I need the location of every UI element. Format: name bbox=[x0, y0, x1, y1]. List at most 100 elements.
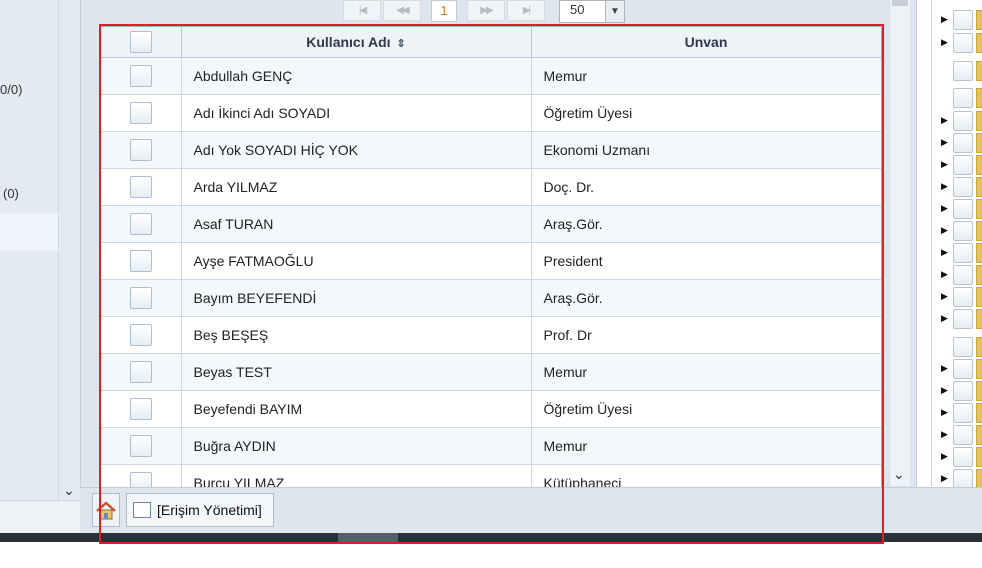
tree-checkbox[interactable] bbox=[953, 177, 973, 197]
tree-checkbox[interactable] bbox=[953, 88, 973, 108]
row-checkbox[interactable] bbox=[129, 287, 152, 309]
expand-arrow-icon[interactable]: ▶ bbox=[941, 291, 948, 302]
scrollbar-thumb[interactable] bbox=[892, 0, 908, 6]
scrollbar-thumb[interactable] bbox=[338, 533, 398, 542]
expand-arrow-icon[interactable]: ▶ bbox=[941, 451, 948, 462]
table-row[interactable]: Ayşe FATMAOĞLU President bbox=[101, 242, 881, 280]
tree-checkbox[interactable] bbox=[953, 337, 973, 357]
username-cell: Adı Yok SOYADI HİÇ YOK bbox=[181, 131, 532, 169]
title-cell: Araş.Gör. bbox=[531, 205, 881, 243]
row-checkbox[interactable] bbox=[129, 213, 152, 235]
tree-checkbox[interactable] bbox=[953, 425, 973, 445]
page-size-select[interactable]: 50 ▼ bbox=[559, 0, 625, 23]
chevron-down-icon[interactable]: ▼ bbox=[605, 1, 624, 22]
horizontal-scrollbar[interactable] bbox=[0, 533, 982, 542]
tree-checkbox[interactable] bbox=[953, 61, 973, 81]
column-header-label: Unvan bbox=[684, 34, 728, 50]
tree-checkbox[interactable] bbox=[953, 381, 973, 401]
expand-arrow-icon[interactable]: ▶ bbox=[941, 363, 948, 374]
row-checkbox[interactable] bbox=[129, 176, 152, 198]
row-checkbox[interactable] bbox=[129, 361, 152, 383]
last-page-button[interactable]: ▶| bbox=[507, 0, 545, 21]
tree-checkbox[interactable] bbox=[953, 133, 973, 153]
expand-arrow-icon[interactable]: ▶ bbox=[941, 203, 948, 214]
tree-checkbox[interactable] bbox=[953, 447, 973, 467]
expand-arrow-icon[interactable]: ▶ bbox=[941, 407, 948, 418]
username-cell: Adı İkinci Adı SOYADI bbox=[181, 94, 532, 132]
table-row[interactable]: Beyas TEST Memur bbox=[101, 353, 881, 391]
row-checkbox[interactable] bbox=[129, 250, 152, 272]
expand-arrow-icon[interactable]: ▶ bbox=[941, 137, 948, 148]
prev-page-button[interactable]: ◀◀ bbox=[383, 0, 421, 21]
folder-icon bbox=[976, 33, 982, 53]
expand-arrow-icon[interactable]: ▶ bbox=[941, 181, 948, 192]
left-selected-row[interactable] bbox=[0, 213, 58, 251]
folder-icon bbox=[976, 403, 982, 423]
table-row[interactable]: Bayım BEYEFENDİ Araş.Gör. bbox=[101, 279, 881, 317]
table-row[interactable]: Arda YILMAZ Doç. Dr. bbox=[101, 168, 881, 206]
tree-checkbox[interactable] bbox=[953, 309, 973, 329]
table-row[interactable]: Beş BEŞEŞ Prof. Dr bbox=[101, 316, 881, 354]
row-checkbox[interactable] bbox=[129, 139, 152, 161]
expand-arrow-icon[interactable]: ▶ bbox=[941, 313, 948, 324]
tree-checkbox[interactable] bbox=[953, 243, 973, 263]
folder-icon bbox=[976, 447, 982, 467]
table-row[interactable]: Adı Yok SOYADI HİÇ YOK Ekonomi Uzmanı bbox=[101, 131, 881, 169]
table-row[interactable]: Beyefendi BAYIM Öğretim Üyesi bbox=[101, 390, 881, 428]
current-page[interactable]: 1 bbox=[431, 0, 457, 22]
expand-arrow-icon[interactable]: ▶ bbox=[941, 115, 948, 126]
column-header-username[interactable]: Kullanıcı Adı ⇕ bbox=[181, 27, 532, 58]
table-row[interactable]: Adı İkinci Adı SOYADI Öğretim Üyesi bbox=[101, 94, 881, 132]
row-checkbox[interactable] bbox=[129, 65, 152, 87]
tree-checkbox[interactable] bbox=[953, 403, 973, 423]
folder-icon bbox=[976, 221, 982, 241]
tree-checkbox[interactable] bbox=[953, 287, 973, 307]
tree-checkbox[interactable] bbox=[953, 221, 973, 241]
left-scrollbar[interactable]: ⌄ bbox=[58, 0, 81, 500]
tree-checkbox[interactable] bbox=[953, 33, 973, 53]
expand-arrow-icon[interactable]: ▶ bbox=[941, 37, 948, 48]
row-checkbox[interactable] bbox=[129, 324, 152, 346]
scroll-down-icon[interactable]: ⌄ bbox=[63, 482, 75, 499]
expand-arrow-icon[interactable]: ▶ bbox=[941, 14, 948, 25]
row-checkbox[interactable] bbox=[129, 435, 152, 457]
grid-scrollbar[interactable]: ⌄ bbox=[889, 0, 910, 486]
select-all-checkbox[interactable] bbox=[129, 31, 152, 53]
row-checkbox[interactable] bbox=[129, 102, 152, 124]
row-checkbox[interactable] bbox=[129, 398, 152, 420]
tree-checkbox[interactable] bbox=[953, 265, 973, 285]
sort-icon[interactable]: ⇕ bbox=[397, 38, 406, 50]
expand-arrow-icon[interactable]: ▶ bbox=[941, 247, 948, 258]
column-header-title[interactable]: Unvan bbox=[531, 27, 881, 58]
first-page-button[interactable]: |◀ bbox=[343, 0, 381, 21]
expand-arrow-icon[interactable]: ▶ bbox=[941, 225, 948, 236]
tree-checkbox[interactable] bbox=[953, 469, 973, 489]
expand-arrow-icon[interactable]: ▶ bbox=[941, 385, 948, 396]
expand-arrow-icon[interactable]: ▶ bbox=[941, 473, 948, 484]
title-cell: Kütüphaneci bbox=[531, 464, 881, 487]
tree-checkbox[interactable] bbox=[953, 199, 973, 219]
table-row[interactable]: Asaf TURAN Araş.Gör. bbox=[101, 205, 881, 243]
tree-checkbox[interactable] bbox=[953, 10, 973, 30]
scroll-down-icon[interactable]: ⌄ bbox=[893, 466, 905, 483]
table-row[interactable]: Burcu YILMAZ Kütüphaneci bbox=[101, 464, 881, 487]
username-cell: Arda YILMAZ bbox=[181, 168, 532, 206]
user-grid: Kullanıcı Adı ⇕ Unvan Abdullah GENÇ Memur… bbox=[100, 26, 882, 488]
username-cell: Beyas TEST bbox=[181, 353, 532, 391]
expand-arrow-icon[interactable]: ▶ bbox=[941, 429, 948, 440]
tab-erisim-yonetimi[interactable]: [Erişim Yönetimi] bbox=[126, 493, 274, 527]
row-checkbox[interactable] bbox=[129, 472, 152, 487]
folder-icon bbox=[976, 199, 982, 219]
folder-icon bbox=[976, 88, 982, 108]
next-page-button[interactable]: ▶▶ bbox=[467, 0, 505, 21]
tree-checkbox[interactable] bbox=[953, 359, 973, 379]
expand-arrow-icon[interactable]: ▶ bbox=[941, 159, 948, 170]
folder-icon bbox=[976, 133, 982, 153]
tree-checkbox[interactable] bbox=[953, 155, 973, 175]
tab-home[interactable] bbox=[92, 493, 120, 527]
table-row[interactable]: Buğra AYDIN Memur bbox=[101, 427, 881, 465]
folder-icon bbox=[976, 337, 982, 357]
tree-checkbox[interactable] bbox=[953, 111, 973, 131]
expand-arrow-icon[interactable]: ▶ bbox=[941, 269, 948, 280]
table-row[interactable]: Abdullah GENÇ Memur bbox=[101, 57, 881, 95]
